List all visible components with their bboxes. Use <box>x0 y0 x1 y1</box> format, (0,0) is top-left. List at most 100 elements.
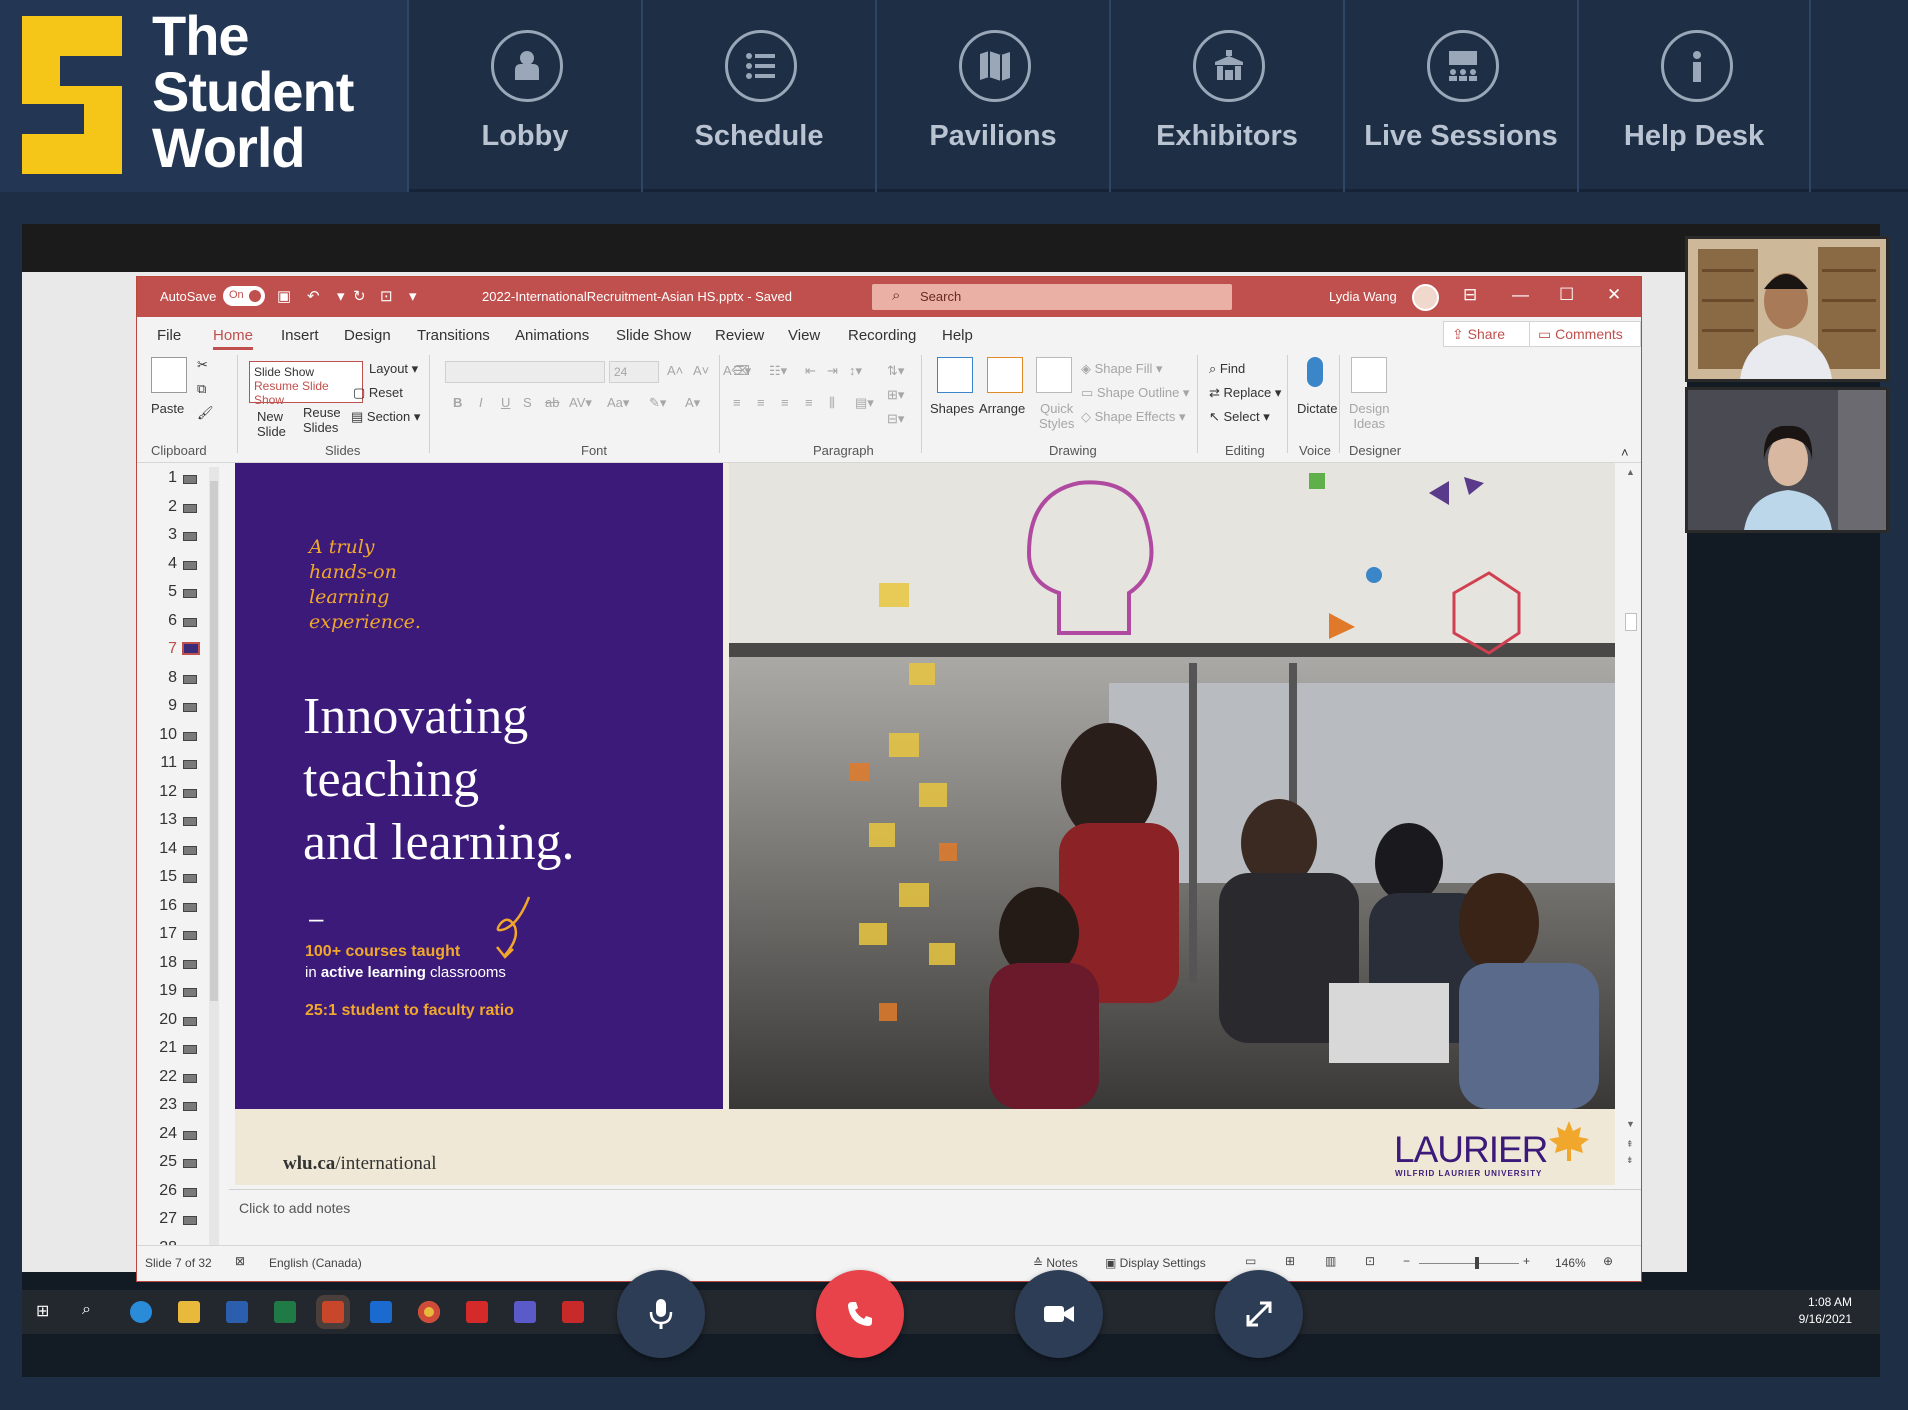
align-left-icon[interactable]: ≡ <box>733 395 741 410</box>
shape-fill-button[interactable]: ◈ Shape Fill ▾ <box>1081 361 1163 377</box>
tab-design[interactable]: Design <box>344 327 391 344</box>
slide-scrollbar[interactable]: ▲ ▼ ⇞ ⇟ <box>1623 463 1639 1185</box>
maximize-icon[interactable]: ☐ <box>1559 285 1574 305</box>
zoom-slider[interactable] <box>1419 1263 1519 1264</box>
columns-icon[interactable]: ⫼ <box>829 395 835 411</box>
chrome-icon[interactable] <box>418 1301 440 1323</box>
fullscreen-button[interactable] <box>1215 1270 1303 1358</box>
nav-lobby[interactable]: Lobby <box>407 0 641 192</box>
cut-icon[interactable]: ✂ <box>197 357 208 373</box>
teams-icon[interactable] <box>514 1301 536 1323</box>
slide-canvas[interactable]: A truly hands-on learning experience. In… <box>235 463 1615 1185</box>
collapse-ribbon-icon[interactable]: ˄ <box>1621 445 1629 460</box>
system-clock[interactable]: 1:08 AM 9/16/2021 <box>1799 1294 1852 1328</box>
nav-live-sessions[interactable]: Live Sessions <box>1343 0 1577 192</box>
user-name[interactable]: Lydia Wang <box>1329 289 1397 304</box>
scroll-up-icon[interactable]: ▲ <box>1626 467 1635 477</box>
participant-video-tile[interactable] <box>1685 236 1889 382</box>
slide-thumbnail[interactable]: 17 <box>137 923 197 947</box>
nav-schedule[interactable]: Schedule <box>641 0 875 192</box>
select-button[interactable]: ↖ Select ▾ <box>1209 409 1270 425</box>
present-icon[interactable]: ⊡ <box>380 287 393 305</box>
slide-thumbnail[interactable]: 26 <box>137 1180 197 1204</box>
shapes-button[interactable]: Shapes <box>930 401 974 416</box>
shadow-icon[interactable]: S <box>523 395 532 410</box>
slide-thumbnail[interactable]: 10 <box>137 724 197 748</box>
smartart-icon[interactable]: ⊟▾ <box>887 411 904 427</box>
document-title[interactable]: 2022-InternationalRecruitment-Asian HS.p… <box>482 289 792 304</box>
tab-file[interactable]: File <box>157 327 181 344</box>
participant-video-tile[interactable] <box>1685 387 1889 533</box>
end-call-button[interactable] <box>816 1270 904 1358</box>
shapes-icon[interactable] <box>937 357 973 393</box>
display-settings-button[interactable]: ▣ Display Settings <box>1105 1256 1206 1270</box>
customize-toolbar-icon[interactable]: ▾ <box>409 287 417 305</box>
app-icon[interactable] <box>466 1301 488 1323</box>
zoom-slider-thumb[interactable] <box>1475 1257 1479 1269</box>
convert-smartart-icon[interactable]: ⊞▾ <box>887 387 904 403</box>
change-case-icon[interactable]: Aa▾ <box>607 395 629 411</box>
scroll-thumb[interactable] <box>210 481 218 1001</box>
microphone-button[interactable] <box>617 1270 705 1358</box>
increase-indent-icon[interactable]: ⇥ <box>827 363 838 379</box>
slide-thumbnail[interactable]: 24 <box>137 1123 197 1147</box>
redo-icon[interactable]: ↻ <box>353 287 366 305</box>
slide-thumbnail[interactable]: 18 <box>137 952 197 976</box>
find-button[interactable]: ⌕ Find <box>1209 361 1245 377</box>
tab-view[interactable]: View <box>788 327 820 344</box>
slide-sorter-icon[interactable]: ⊞ <box>1285 1254 1295 1268</box>
scroll-down-icon[interactable]: ▼ <box>1626 1119 1635 1129</box>
shape-effects-button[interactable]: ◇ Shape Effects ▾ <box>1081 409 1185 425</box>
tab-home[interactable]: Home <box>213 327 254 350</box>
slideshow-view-icon[interactable]: ⊡ <box>1365 1254 1375 1268</box>
fit-to-window-icon[interactable]: ⊕ <box>1603 1254 1613 1268</box>
save-icon[interactable]: ▣ <box>277 287 291 305</box>
reset-button[interactable]: ▢ Reset <box>353 385 403 401</box>
section-button[interactable]: ▤ Section ▾ <box>351 409 420 425</box>
brand-logo[interactable]: The Student World <box>0 0 407 192</box>
undo-dropdown-icon[interactable]: ▾ <box>337 287 345 305</box>
word-icon[interactable] <box>226 1301 248 1323</box>
highlight-icon[interactable]: ✎▾ <box>649 395 666 411</box>
line-spacing-icon[interactable]: ↕▾ <box>849 363 862 379</box>
scroll-thumb[interactable] <box>1625 613 1637 631</box>
slide-thumbnail[interactable]: 25 <box>137 1151 197 1175</box>
next-slide-icon[interactable]: ⇟ <box>1626 1155 1634 1166</box>
user-avatar[interactable] <box>1412 284 1439 311</box>
grow-font-icon[interactable]: A˄ <box>667 363 683 378</box>
comments-button[interactable]: ▭ Comments <box>1529 321 1641 347</box>
tab-transitions[interactable]: Transitions <box>417 327 490 344</box>
slide-thumbnail[interactable]: 13 <box>137 809 197 833</box>
slide-thumbnail[interactable]: 20 <box>137 1009 197 1033</box>
justify-icon[interactable]: ≡ <box>805 395 813 410</box>
slide-thumbnail[interactable]: 22 <box>137 1066 197 1090</box>
undo-icon[interactable]: ↶ <box>307 287 320 305</box>
numbering-icon[interactable]: ☷▾ <box>769 363 787 379</box>
design-ideas-button[interactable]: Design Ideas <box>1349 401 1389 431</box>
slide-thumbnail[interactable]: 7 <box>137 638 200 662</box>
slide-thumbnail[interactable]: 21 <box>137 1037 197 1061</box>
share-button[interactable]: ⇪ Share <box>1443 321 1531 347</box>
normal-view-icon[interactable]: ▭ <box>1245 1254 1256 1268</box>
windows-start-icon[interactable]: ⊞ <box>36 1301 58 1323</box>
slide-thumbnail[interactable]: 14 <box>137 838 197 862</box>
decrease-indent-icon[interactable]: ⇤ <box>805 363 816 379</box>
slide-thumbnail[interactable]: 23 <box>137 1094 197 1118</box>
edge-icon[interactable] <box>130 1301 152 1323</box>
slide-thumbnail[interactable]: 8 <box>137 667 197 691</box>
slide-thumbnail[interactable]: 6 <box>137 610 197 634</box>
slide-thumbnail[interactable]: 1 <box>137 467 197 491</box>
text-direction-icon[interactable]: ⇅▾ <box>887 363 904 379</box>
font-size-select[interactable]: 24 <box>609 361 659 383</box>
tab-review[interactable]: Review <box>715 327 764 344</box>
tab-slide-show[interactable]: Slide Show <box>616 327 691 344</box>
autosave-toggle[interactable]: On <box>223 286 265 306</box>
nav-exhibitors[interactable]: Exhibitors <box>1109 0 1343 192</box>
reuse-slides-button[interactable]: Reuse Slides <box>303 405 341 435</box>
slide-thumbnail[interactable]: 15 <box>137 866 197 890</box>
tab-help[interactable]: Help <box>942 327 973 344</box>
slide-thumbnail[interactable]: 5 <box>137 581 197 605</box>
bullets-icon[interactable]: ☰▾ <box>733 363 751 379</box>
strikethrough-icon[interactable]: ab <box>545 395 559 410</box>
align-text-icon[interactable]: ▤▾ <box>855 395 874 411</box>
